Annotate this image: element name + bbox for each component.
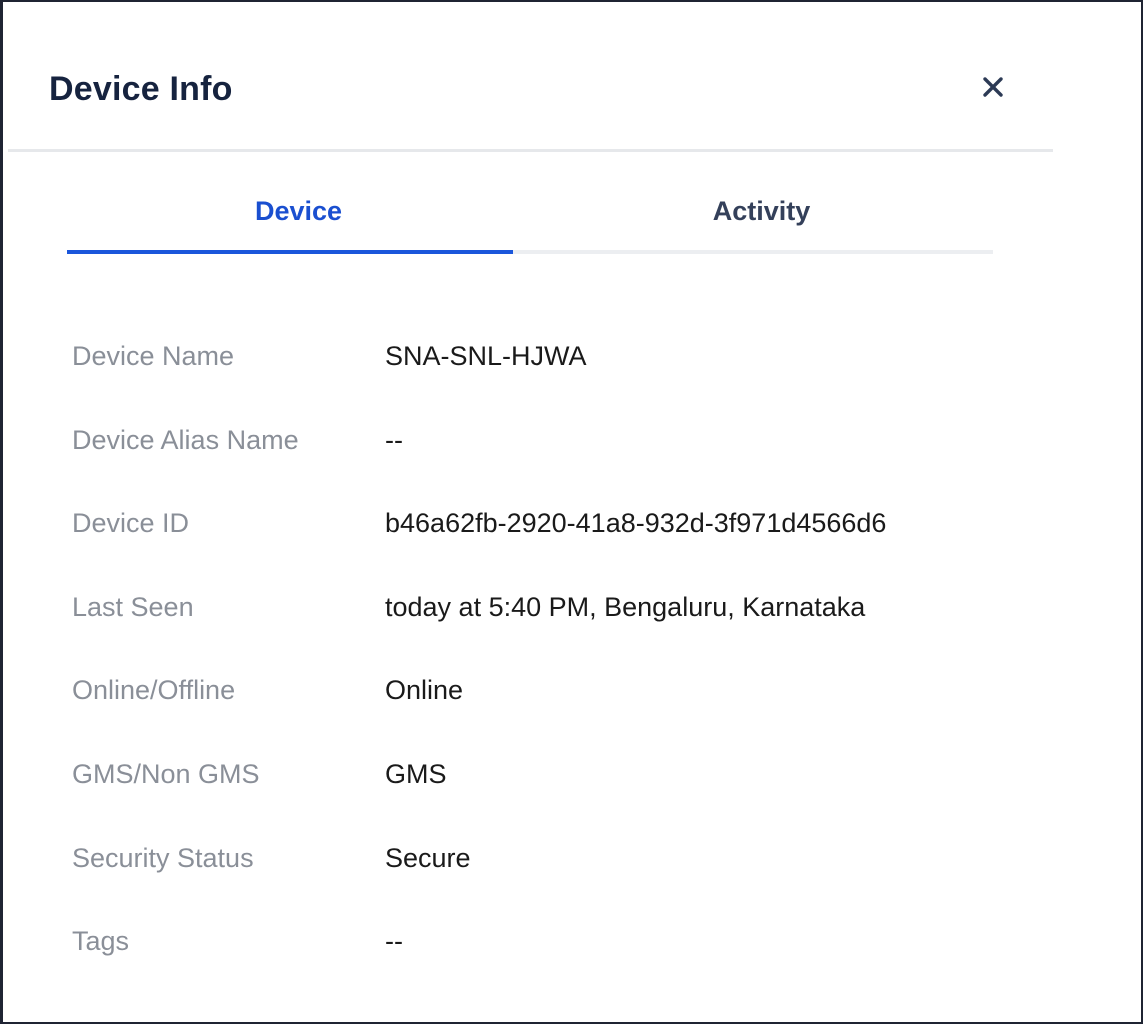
window-frame: Device Info Device Activity Device Name … <box>0 0 1143 1024</box>
detail-label: Last Seen <box>72 591 194 622</box>
detail-value: today at 5:40 PM, Bengaluru, Karnataka <box>385 591 866 622</box>
detail-row-online-offline: Online/Offline Online <box>72 670 1032 754</box>
detail-label: Device Alias Name <box>72 424 299 455</box>
panel-title: Device Info <box>49 70 233 108</box>
detail-label: GMS/Non GMS <box>72 758 260 789</box>
detail-label: Device Name <box>72 341 235 371</box>
detail-row-device-alias-name: Device Alias Name -- <box>72 420 1032 504</box>
detail-value: SNA-SNL-HJWA <box>385 341 587 371</box>
detail-row-tags: Tags -- <box>72 921 1032 1005</box>
detail-label: Security Status <box>72 842 254 873</box>
detail-value: b46a62fb-2920-41a8-932d-3f971d4566d6 <box>385 508 887 539</box>
detail-row-gms-non-gms: GMS/Non GMS GMS <box>72 754 1032 838</box>
detail-label: Tags <box>72 926 130 957</box>
detail-value: Online <box>385 675 464 706</box>
detail-label: Online/Offline <box>72 675 236 706</box>
close-button[interactable] <box>976 70 1010 104</box>
device-info-panel: Device Info Device Activity Device Name … <box>8 2 1053 1022</box>
tab-device[interactable]: Device <box>67 172 530 254</box>
detail-value: Secure <box>385 842 471 873</box>
detail-row-device-name: Device Name SNA-SNL-HJWA <box>72 336 1032 420</box>
detail-row-device-id: Device ID b46a62fb-2920-41a8-932d-3f971d… <box>72 503 1032 587</box>
device-details: Device Name SNA-SNL-HJWA Device Alias Na… <box>72 336 1032 1005</box>
detail-row-last-seen: Last Seen today at 5:40 PM, Bengaluru, K… <box>72 587 1032 671</box>
detail-row-security-status: Security Status Secure <box>72 838 1032 922</box>
close-icon <box>983 77 1003 97</box>
tab-bar: Device Activity <box>67 172 993 254</box>
detail-value: GMS <box>385 758 447 789</box>
panel-header: Device Info <box>8 2 1053 152</box>
tab-activity-label: Activity <box>712 196 811 226</box>
active-tab-indicator <box>67 250 513 254</box>
detail-value: -- <box>385 424 403 455</box>
tab-activity[interactable]: Activity <box>530 172 993 254</box>
tab-device-label: Device <box>254 196 343 226</box>
detail-label: Device ID <box>72 508 190 539</box>
detail-value: -- <box>385 926 403 957</box>
